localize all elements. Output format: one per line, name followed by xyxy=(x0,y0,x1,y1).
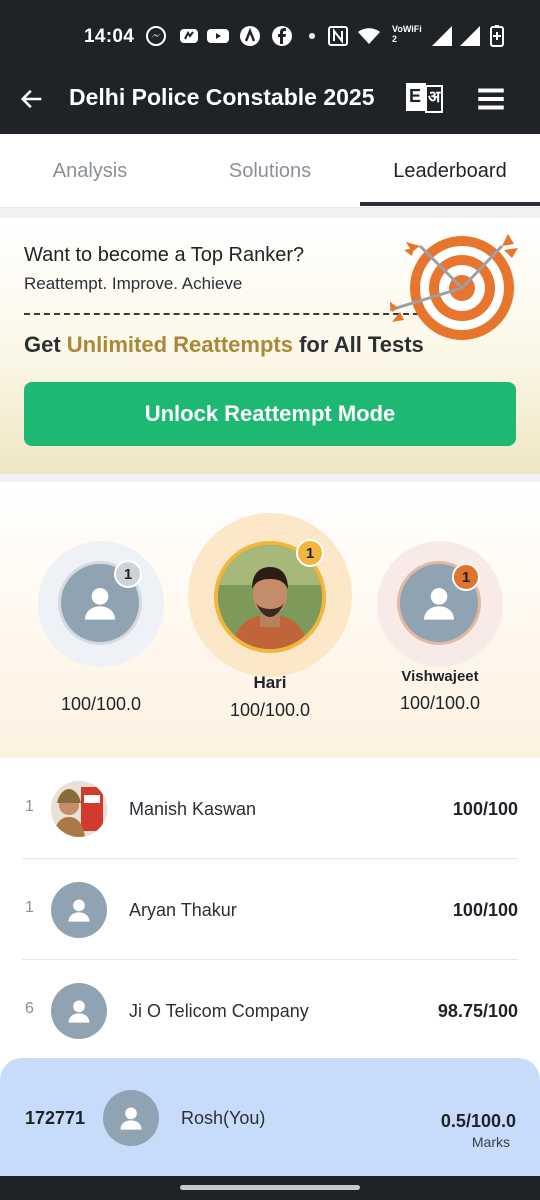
promo-headline-highlight: Unlimited Reattempts xyxy=(66,332,293,357)
arrow-left-icon xyxy=(20,89,42,109)
signal-icon xyxy=(460,26,480,46)
youtube-icon xyxy=(207,29,229,43)
default-user-icon xyxy=(68,899,90,922)
page-title: Delhi Police Constable 2025 xyxy=(69,84,375,110)
dot-icon xyxy=(309,33,315,39)
tab-leaderboard[interactable]: Leaderboard xyxy=(360,134,540,208)
app-icon xyxy=(240,26,260,46)
leaderboard-row[interactable]: 1 Manish Kaswan 100/100 xyxy=(22,758,518,859)
reattempt-promo-card: Want to become a Top Ranker? Reattempt. … xyxy=(0,218,540,474)
status-bar: 14:04 VoWiFi 2 xyxy=(0,0,540,64)
avatar xyxy=(51,983,107,1039)
promo-subtitle: Reattempt. Improve. Achieve xyxy=(24,274,243,293)
language-toggle-button[interactable]: E अ xyxy=(404,80,444,116)
home-gesture-handle[interactable] xyxy=(180,1185,360,1190)
row-score: 100/100 xyxy=(452,900,518,920)
default-user-icon xyxy=(120,1107,142,1130)
avatar xyxy=(103,1090,159,1146)
leaderboard-row[interactable]: 6 Ji O Telicom Company 98.75/100 xyxy=(22,960,518,1061)
row-rank: 1 xyxy=(25,798,34,815)
tab-solutions[interactable]: Solutions xyxy=(180,134,360,208)
promo-divider xyxy=(24,313,419,315)
divider xyxy=(0,208,540,218)
messenger-icon xyxy=(146,26,166,46)
current-user-rank: 172771 xyxy=(25,1108,86,1128)
language-left-label: E xyxy=(409,86,422,106)
current-user-rank-card[interactable]: 172771 Rosh(You) 0.5/100.0 Marks xyxy=(0,1058,540,1176)
hamburger-menu-icon xyxy=(478,88,504,110)
promo-headline: Get Unlimited Reattempts for All Tests xyxy=(24,332,424,358)
avatar xyxy=(51,781,107,837)
current-user-score-caption: Marks xyxy=(471,1134,510,1150)
default-user-icon xyxy=(68,1000,90,1023)
row-score: 100/100 xyxy=(452,799,518,819)
language-right-label: अ xyxy=(428,89,441,106)
podium-name-center: Hari xyxy=(253,673,287,692)
podium-rank-badge: 1 xyxy=(296,539,324,567)
facebook-icon xyxy=(272,26,292,46)
active-tab-indicator xyxy=(360,202,540,206)
promo-title: Want to become a Top Ranker? xyxy=(24,244,305,266)
podium-rank-badge: 1 xyxy=(452,563,480,591)
row-name: Ji O Telicom Company xyxy=(129,1001,309,1021)
wifi-icon xyxy=(358,28,380,44)
row-name: Aryan Thakur xyxy=(129,900,237,920)
default-user-icon xyxy=(424,588,454,620)
signal-icon xyxy=(432,26,452,46)
nfc-icon xyxy=(328,26,348,46)
battery-icon xyxy=(490,25,504,47)
promo-headline-suffix: for All Tests xyxy=(292,332,424,357)
current-user-name: Rosh(You) xyxy=(181,1108,266,1128)
back-button[interactable] xyxy=(14,81,50,117)
status-time: 14:04 xyxy=(84,26,135,47)
default-user-icon xyxy=(85,588,115,620)
target-arrow-icon xyxy=(390,234,518,340)
app-bar: Delhi Police Constable 2025 E अ xyxy=(0,64,540,134)
row-score: 98.75/100 xyxy=(437,1001,518,1021)
divider xyxy=(0,474,540,482)
menu-button[interactable] xyxy=(474,82,508,116)
podium-name-right: Vishwajeet xyxy=(401,668,479,685)
row-name: Manish Kaswan xyxy=(129,799,257,819)
vowifi-icon: VoWiFi 2 xyxy=(392,24,422,44)
app-icon xyxy=(180,29,198,43)
tab-bar: Analysis Solutions Leaderboard xyxy=(0,134,540,208)
top-rankers-podium: 1 100/100.0 1 Hari 100/100.0 1 Vishwajee… xyxy=(0,482,540,758)
user-photo xyxy=(51,781,107,837)
promo-headline-prefix: Get xyxy=(24,332,67,357)
unlock-reattempt-button[interactable]: Unlock Reattempt Mode xyxy=(24,382,516,446)
podium-score-center: 100/100.0 xyxy=(229,700,311,720)
system-navigation-bar xyxy=(0,1176,540,1200)
leaderboard-row[interactable]: 1 Aryan Thakur 100/100 xyxy=(22,859,518,960)
tab-analysis[interactable]: Analysis xyxy=(0,134,180,208)
avatar xyxy=(51,882,107,938)
row-rank: 1 xyxy=(25,899,34,916)
row-rank: 6 xyxy=(25,1000,34,1017)
leaderboard-list: 1 Manish Kaswan 100/100 1 Aryan Thakur 1… xyxy=(0,758,540,1058)
podium-score-right: 100/100.0 xyxy=(399,693,481,713)
current-user-score: 0.5/100.0 xyxy=(440,1111,516,1131)
podium-score-left: 100/100.0 xyxy=(60,694,142,714)
podium-rank-badge: 1 xyxy=(114,560,142,588)
